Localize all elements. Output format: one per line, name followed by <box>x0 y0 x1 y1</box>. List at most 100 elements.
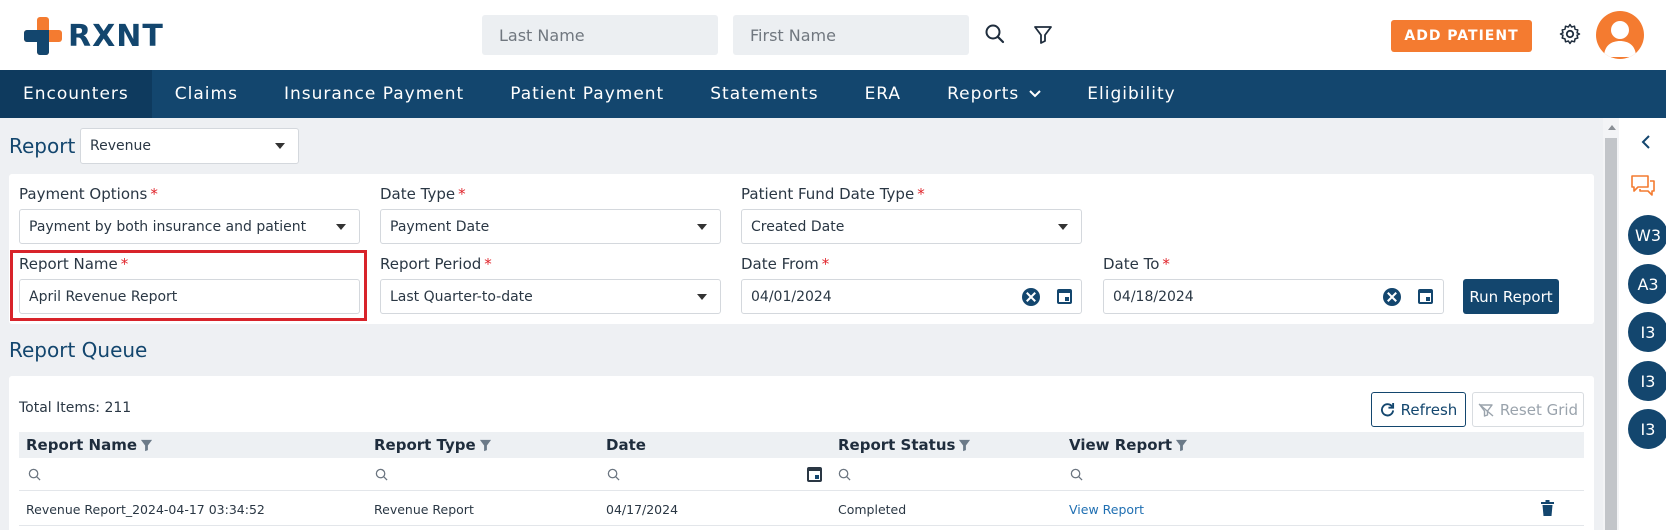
column-filter-icon[interactable] <box>140 439 153 452</box>
report-period-label: Report Period * <box>380 255 492 273</box>
nav-label: Insurance Payment <box>283 84 465 104</box>
report-heading: Report <box>9 134 76 158</box>
grid-filter-row <box>19 458 1584 491</box>
clear-date-to-icon[interactable] <box>1383 288 1401 306</box>
search-icon[interactable] <box>28 468 41 481</box>
calendar-icon[interactable] <box>1057 289 1072 304</box>
clear-date-from-icon[interactable] <box>1022 288 1040 306</box>
column-filter-icon[interactable] <box>958 439 971 452</box>
patient-fund-date-type-label: Patient Fund Date Type * <box>741 185 925 203</box>
logo-text: RXNT <box>68 18 164 54</box>
report-queue-title: Report Queue <box>9 338 148 362</box>
search-icon[interactable] <box>607 468 620 481</box>
grid-header-row: Report Name Report Type Date Report Stat… <box>19 432 1584 458</box>
total-items: Total Items: 211 <box>19 400 132 416</box>
scrollbar-thumb[interactable] <box>1605 138 1617 530</box>
nav-reports[interactable]: Reports <box>924 70 1064 118</box>
refresh-icon <box>1380 402 1394 417</box>
chevron-down-icon <box>1029 90 1041 98</box>
chat-bubbles-icon[interactable] <box>1630 174 1656 198</box>
nav-eligibility[interactable]: Eligibility <box>1064 70 1198 118</box>
cell-report-type: Revenue Report <box>374 502 474 517</box>
nav-patient-payment[interactable]: Patient Payment <box>487 70 687 118</box>
user-silhouette-icon <box>1604 21 1636 57</box>
search-icon[interactable] <box>983 22 1007 46</box>
reset-grid-button[interactable]: Reset Grid <box>1472 392 1584 427</box>
filter-off-icon <box>1478 402 1494 417</box>
nav-label: Reports <box>947 84 1020 104</box>
refresh-button[interactable]: Refresh <box>1371 392 1466 427</box>
report-type-value: Revenue <box>90 138 151 154</box>
last-name-placeholder: Last Name <box>499 25 585 45</box>
caret-down-icon <box>697 293 707 300</box>
reset-grid-label: Reset Grid <box>1499 400 1579 419</box>
filter-icon[interactable] <box>1031 22 1055 46</box>
trash-icon[interactable] <box>1541 500 1554 516</box>
col-date[interactable]: Date <box>606 436 646 454</box>
nav-label: Statements <box>710 84 819 104</box>
caret-down-icon <box>1058 223 1068 230</box>
sidebar-badge[interactable]: I3 <box>1628 361 1666 401</box>
settings-gear-icon[interactable] <box>1558 22 1582 46</box>
sidebar-badge[interactable]: I3 <box>1628 409 1666 449</box>
logo-cross-icon <box>24 17 62 55</box>
nav-label: Eligibility <box>1087 84 1176 104</box>
patient-fund-date-type-select[interactable]: Created Date <box>741 209 1082 244</box>
report-period-select[interactable]: Last Quarter-to-date <box>380 279 721 314</box>
run-report-button[interactable]: Run Report <box>1463 279 1559 314</box>
payment-options-value: Payment by both insurance and patient <box>29 218 307 235</box>
page-scrollbar[interactable] <box>1603 118 1619 530</box>
nav-label: Claims <box>174 84 238 104</box>
cell-report-status: Completed <box>838 502 907 517</box>
main-nav: Encounters Claims Insurance Payment Pati… <box>0 70 1666 118</box>
nav-era[interactable]: ERA <box>842 70 925 118</box>
nav-insurance-payment[interactable]: Insurance Payment <box>261 70 487 118</box>
calendar-icon[interactable] <box>1418 289 1433 304</box>
nav-encounters[interactable]: Encounters <box>0 70 152 118</box>
date-to-label: Date To * <box>1103 255 1170 273</box>
first-name-input[interactable]: First Name <box>733 15 969 55</box>
scroll-up-arrow-icon[interactable] <box>1608 125 1616 130</box>
right-sidebar: W3 A3 I3 I3 I3 <box>1619 118 1666 530</box>
chevron-left-icon[interactable] <box>1641 135 1651 149</box>
date-type-label: Date Type * <box>380 185 466 203</box>
date-to-value: 04/18/2024 <box>1113 288 1194 305</box>
report-type-select[interactable]: Revenue <box>80 128 299 164</box>
search-icon[interactable] <box>375 468 388 481</box>
calendar-icon[interactable] <box>807 467 822 482</box>
rxnt-logo[interactable]: RXNT <box>24 17 164 55</box>
payment-options-label: Payment Options * <box>19 185 158 203</box>
nav-statements[interactable]: Statements <box>687 70 841 118</box>
nav-claims[interactable]: Claims <box>152 70 261 118</box>
last-name-input[interactable]: Last Name <box>482 15 718 55</box>
col-view-report[interactable]: View Report <box>1069 436 1188 454</box>
add-patient-label: ADD PATIENT <box>1404 28 1519 44</box>
date-type-value: Payment Date <box>390 218 490 235</box>
nav-label: Patient Payment <box>510 84 665 104</box>
search-icon[interactable] <box>1070 468 1083 481</box>
view-report-link[interactable]: View Report <box>1069 502 1144 517</box>
report-period-value: Last Quarter-to-date <box>390 288 533 305</box>
caret-down-icon <box>275 143 285 149</box>
table-row[interactable]: Revenue Report_2024-04-17 03:34:52 Reven… <box>19 491 1584 526</box>
refresh-label: Refresh <box>1400 400 1458 419</box>
nav-label: ERA <box>864 84 902 104</box>
top-header: RXNT Last Name First Name ADD PATIENT <box>0 0 1666 70</box>
date-from-label: Date From * <box>741 255 830 273</box>
column-filter-icon[interactable] <box>479 439 492 452</box>
search-icon[interactable] <box>838 468 851 481</box>
date-type-select[interactable]: Payment Date <box>380 209 721 244</box>
caret-down-icon <box>336 223 346 230</box>
user-avatar[interactable] <box>1596 11 1644 59</box>
sidebar-badge[interactable]: I3 <box>1628 312 1666 352</box>
cell-report-name: Revenue Report_2024-04-17 03:34:52 <box>26 502 265 517</box>
sidebar-badge[interactable]: A3 <box>1628 264 1666 304</box>
add-patient-button[interactable]: ADD PATIENT <box>1391 20 1532 52</box>
col-report-name[interactable]: Report Name <box>26 436 153 454</box>
cell-date: 04/17/2024 <box>606 502 679 517</box>
col-report-type[interactable]: Report Type <box>374 436 492 454</box>
col-report-status[interactable]: Report Status <box>838 436 971 454</box>
payment-options-select[interactable]: Payment by both insurance and patient <box>19 209 360 244</box>
sidebar-badge[interactable]: W3 <box>1628 215 1666 255</box>
column-filter-icon[interactable] <box>1175 439 1188 452</box>
